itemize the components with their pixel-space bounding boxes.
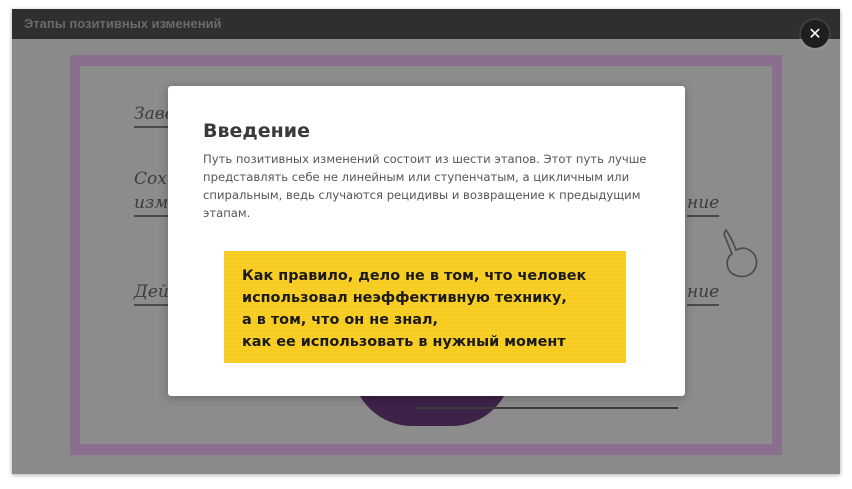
diagram-connector-line — [416, 407, 678, 409]
description-line: Путь позитивных изменений состоит из шес… — [203, 152, 647, 166]
title-bar: Этапы позитивных изменений — [12, 9, 840, 39]
intro-modal: Введение Путь позитивных изменений состо… — [168, 86, 685, 396]
description-line: представлять себе не линейным или ступен… — [203, 170, 630, 184]
bg-stage-label: ние — [687, 282, 720, 306]
pointing-hand-icon — [723, 228, 758, 278]
bg-stage-label: ние — [687, 193, 720, 217]
quote-line: Как правило, дело не в том, что человек — [242, 268, 587, 284]
quote-callout: Как правило, дело не в том, что человек … — [224, 251, 626, 363]
description-line: спиральным, ведь случаются рецидивы и во… — [203, 188, 641, 202]
quote-line: как ее использовать в нужный момент — [242, 334, 566, 350]
close-icon: ✕ — [808, 24, 822, 43]
quote-line: использовал неэффективную технику, — [242, 290, 567, 306]
modal-description: Путь позитивных изменений состоит из шес… — [203, 150, 653, 222]
window-title: Этапы позитивных изменений — [24, 16, 222, 31]
modal-title: Введение — [203, 120, 310, 142]
quote-line: а в том, что он не знал, — [242, 312, 438, 328]
close-button[interactable]: ✕ — [801, 20, 829, 48]
description-line: этапам. — [203, 206, 251, 220]
